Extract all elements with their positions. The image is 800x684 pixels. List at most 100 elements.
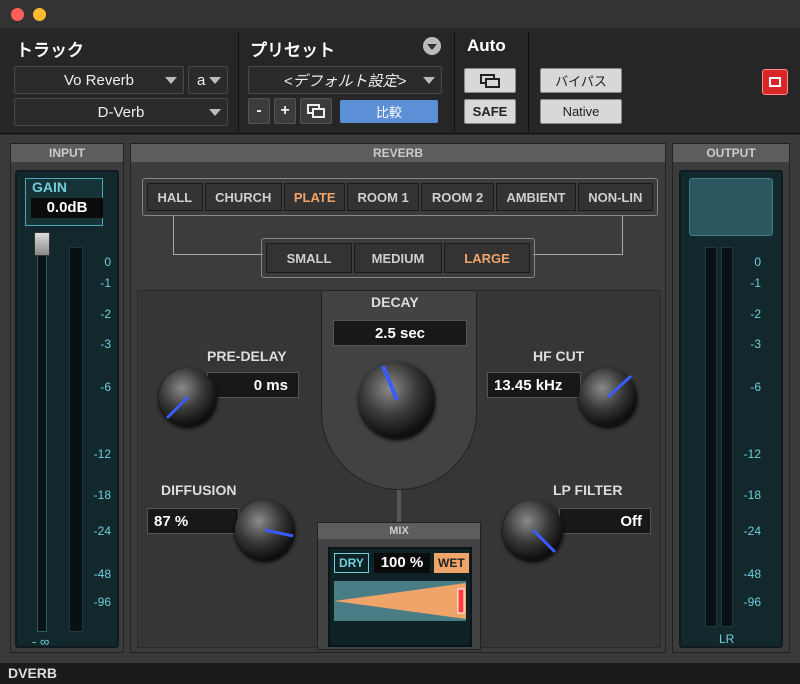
gain-value[interactable]: 0.0dB [31, 198, 103, 218]
copy-settings-button[interactable] [300, 98, 332, 124]
output-clip-indicator[interactable] [689, 178, 773, 236]
lpfilter-label: LP FILTER [553, 482, 623, 498]
input-minus-infinity-label: - ∞ [32, 634, 50, 649]
predelay-value[interactable]: 0 ms [207, 372, 299, 398]
scale-tick: -48 [93, 567, 111, 581]
scale-tick: 0 [104, 255, 111, 269]
insert-selector[interactable]: D-Verb [14, 98, 228, 126]
type-ambient-button[interactable]: AMBIENT [496, 183, 576, 211]
hfcut-value[interactable]: 13.45 kHz [487, 372, 581, 398]
knob-pointer-icon [381, 365, 399, 401]
mix-control[interactable]: DRY 100 % WET [328, 547, 472, 647]
mix-value[interactable]: 100 % [374, 553, 430, 573]
automation-icon [480, 73, 500, 88]
target-icon [769, 77, 781, 87]
gain-fader-handle[interactable] [34, 232, 50, 256]
mix-fader[interactable] [334, 581, 466, 621]
previous-preset-button[interactable]: - [248, 98, 270, 124]
mix-handle[interactable] [457, 588, 465, 614]
decay-value[interactable]: 2.5 sec [333, 320, 467, 346]
reverb-title: REVERB [131, 144, 665, 162]
scale-tick: 0 [754, 255, 761, 269]
type-church-button[interactable]: CHURCH [204, 183, 282, 211]
track-label: トラック [16, 41, 84, 60]
preset-selector[interactable]: <デフォルト設定> [248, 66, 442, 94]
auto-label: Auto [467, 36, 506, 55]
lr-label: LR [719, 632, 735, 646]
track-selector[interactable]: Vo Reverb [14, 66, 184, 94]
knob-pointer-icon [165, 395, 190, 420]
predelay-label: PRE-DELAY [207, 348, 287, 364]
scale-tick: -1 [100, 276, 111, 290]
output-panel: OUTPUT LR 0 -1 -2 -3 -6 -12 -18 -24 -48 -96 [672, 143, 790, 653]
type-room2-button[interactable]: ROOM 2 [420, 183, 495, 211]
preset-label: プリセット [250, 41, 335, 60]
chevron-down-icon [427, 44, 437, 50]
track-channel-selector[interactable]: a [188, 66, 228, 94]
bypass-button[interactable]: バイパス [540, 68, 622, 93]
chevron-down-icon [209, 77, 221, 84]
type-plate-button[interactable]: PLATE [283, 183, 346, 211]
scale-tick: -18 [93, 488, 111, 502]
minimize-window-button[interactable] [33, 8, 46, 21]
size-small-button[interactable]: SMALL [266, 243, 352, 273]
preset-name: <デフォルト設定> [283, 72, 407, 90]
next-preset-button[interactable]: + [274, 98, 296, 124]
preset-menu-button[interactable] [423, 37, 441, 55]
scale-tick: -2 [100, 307, 111, 321]
gain-fader-track[interactable] [37, 232, 47, 632]
lpfilter-value[interactable]: Off [559, 508, 651, 534]
size-large-button[interactable]: LARGE [444, 243, 530, 273]
knob-pointer-icon [606, 374, 633, 399]
close-window-button[interactable] [11, 8, 24, 21]
connector-line [622, 216, 623, 254]
connector-line [173, 254, 263, 255]
reverb-panel: REVERB HALL CHURCH PLATE ROOM 1 ROOM 2 A… [130, 143, 666, 653]
predelay-knob[interactable] [159, 368, 217, 426]
diffusion-knob[interactable] [235, 500, 295, 560]
mix-section: MIX DRY 100 % WET [317, 522, 481, 650]
scale-tick: -2 [750, 307, 761, 321]
plugin-window: トラック Vo Reverb a D-Verb プリセット <デフォルト設定> … [0, 0, 800, 684]
scale-tick: -18 [743, 488, 761, 502]
type-nonlin-button[interactable]: NON-LIN [577, 183, 653, 211]
target-button[interactable] [762, 69, 788, 95]
divider [238, 32, 239, 132]
decay-knob[interactable] [359, 362, 435, 438]
track-name: Vo Reverb [63, 71, 135, 89]
scale-tick: -3 [750, 337, 761, 351]
footer: DVERB [0, 663, 800, 684]
title-bar [0, 0, 800, 28]
track-channel: a [197, 71, 206, 89]
scale-tick: -3 [100, 337, 111, 351]
reverb-size-group: SMALL MEDIUM LARGE [261, 238, 535, 278]
diffusion-value[interactable]: 87 % [147, 508, 239, 534]
mix-title: MIX [318, 523, 480, 539]
lpfilter-knob[interactable] [503, 500, 563, 560]
knob-pointer-icon [531, 528, 557, 554]
scale-tick: -12 [743, 447, 761, 461]
safe-button[interactable]: SAFE [464, 99, 516, 124]
scale-tick: -24 [743, 524, 761, 538]
native-button[interactable]: Native [540, 99, 622, 124]
dry-label: DRY [334, 553, 369, 573]
chevron-down-icon [165, 77, 177, 84]
automation-window-button[interactable] [464, 68, 516, 93]
connector-line [533, 254, 623, 255]
hfcut-knob[interactable] [579, 368, 637, 426]
scale-tick: -1 [750, 276, 761, 290]
decay-label: DECAY [371, 294, 419, 310]
type-hall-button[interactable]: HALL [147, 183, 203, 211]
output-meter-box: LR 0 -1 -2 -3 -6 -12 -18 -24 -48 -96 [679, 170, 783, 648]
hfcut-label: HF CUT [533, 348, 585, 364]
divider [528, 32, 529, 132]
compare-button[interactable]: 比較 [340, 100, 438, 123]
scale-tick: -48 [743, 567, 761, 581]
scale-tick: -96 [93, 595, 111, 609]
type-room1-button[interactable]: ROOM 1 [347, 183, 419, 211]
scale-tick: -24 [93, 524, 111, 538]
chevron-down-icon [423, 77, 435, 84]
scale-tick: -12 [93, 447, 111, 461]
size-medium-button[interactable]: MEDIUM [354, 243, 442, 273]
scale-tick: -6 [100, 380, 111, 394]
